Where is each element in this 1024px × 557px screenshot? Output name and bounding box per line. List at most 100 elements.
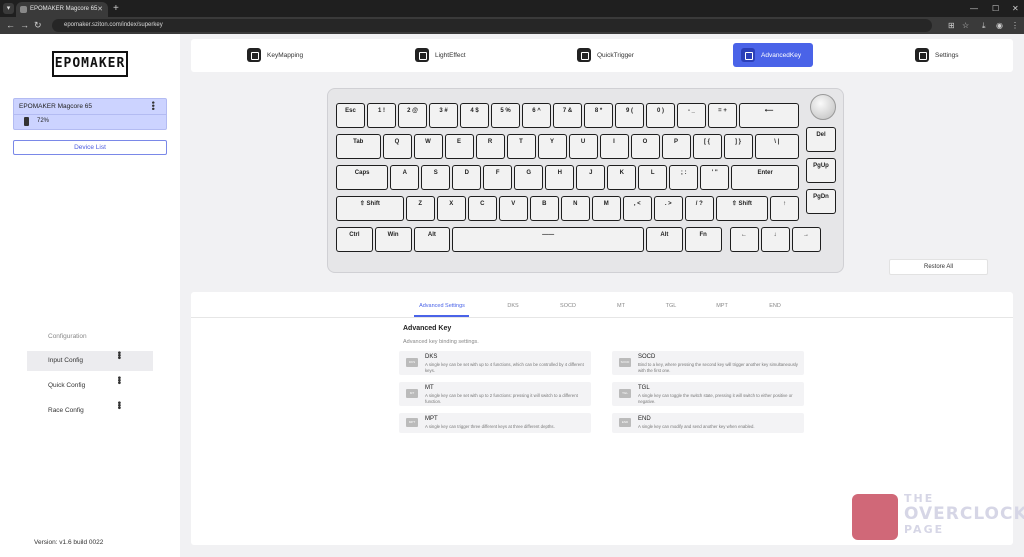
bookmark-star-icon[interactable]: ☆ bbox=[962, 17, 969, 34]
new-tab-icon[interactable]: + bbox=[113, 0, 119, 17]
card-socd[interactable]: SOCD SOCD Bind to a key, where pressing … bbox=[612, 351, 804, 375]
key[interactable]: ⇧ Shift bbox=[715, 196, 768, 221]
key[interactable]: ⇧ Shift bbox=[336, 196, 404, 221]
key[interactable]: Del bbox=[806, 127, 836, 152]
key[interactable]: ← bbox=[729, 227, 759, 252]
subtab-dks[interactable]: DKS bbox=[507, 303, 518, 309]
key[interactable]: A bbox=[390, 165, 420, 190]
key[interactable]: PgUp bbox=[806, 158, 836, 183]
key[interactable]: Alt bbox=[413, 227, 451, 252]
key[interactable]: V bbox=[498, 196, 528, 221]
key[interactable]: J bbox=[576, 165, 606, 190]
card-dks[interactable]: DKS DKS A single key can be set with up … bbox=[399, 351, 591, 375]
browser-tab[interactable]: EPOMAKER Magcore 65 ✕ bbox=[16, 2, 108, 17]
close-window-icon[interactable]: ✕ bbox=[1012, 0, 1019, 17]
subtab-mpt[interactable]: MPT bbox=[716, 303, 728, 309]
card-mpt[interactable]: MPT MPT A single key can trigger three d… bbox=[399, 413, 591, 433]
device-list-button[interactable]: Device List bbox=[13, 140, 167, 155]
key[interactable]: ' " bbox=[700, 165, 730, 190]
key[interactable]: 3 # bbox=[429, 103, 458, 128]
key[interactable]: F bbox=[483, 165, 513, 190]
key[interactable]: Caps bbox=[336, 165, 389, 190]
device-menu-icon[interactable]: ••• bbox=[148, 101, 158, 110]
close-tab-icon[interactable]: ✕ bbox=[97, 2, 103, 17]
key[interactable]: Z bbox=[405, 196, 435, 221]
tab-quicktrigger[interactable]: QuickTrigger bbox=[569, 43, 642, 67]
browser-menu-icon[interactable]: ⋮ bbox=[1011, 17, 1019, 34]
key[interactable]: 2 @ bbox=[398, 103, 427, 128]
key[interactable]: P bbox=[661, 134, 691, 159]
key[interactable]: N bbox=[560, 196, 590, 221]
key[interactable]: Ctrl bbox=[336, 227, 373, 252]
key[interactable]: ↓ bbox=[760, 227, 790, 252]
config-item-input[interactable]: Input Config ••• bbox=[27, 351, 153, 371]
key[interactable]: Win bbox=[374, 227, 412, 252]
subtab-socd[interactable]: SOCD bbox=[560, 303, 576, 309]
key[interactable]: 5 % bbox=[491, 103, 520, 128]
key[interactable]: 9 ( bbox=[615, 103, 644, 128]
download-icon[interactable]: ⤓ bbox=[982, 17, 986, 34]
key[interactable]: E bbox=[444, 134, 474, 159]
key[interactable]: B bbox=[529, 196, 559, 221]
key[interactable]: \ | bbox=[754, 134, 799, 159]
key[interactable]: ⟵ bbox=[739, 103, 799, 128]
profile-icon[interactable]: ◉ bbox=[996, 17, 1003, 34]
key[interactable]: 8 * bbox=[584, 103, 613, 128]
translate-icon[interactable]: ⊞ bbox=[948, 17, 955, 34]
reload-icon[interactable]: ↻ bbox=[34, 17, 42, 34]
subtab-mt[interactable]: MT bbox=[617, 303, 625, 309]
key[interactable]: C bbox=[467, 196, 497, 221]
key[interactable]: 7 & bbox=[553, 103, 582, 128]
key[interactable]: O bbox=[630, 134, 660, 159]
device-card[interactable]: EPOMAKER Magcore 65 ••• 72% bbox=[13, 98, 167, 130]
key[interactable]: 6 ^ bbox=[522, 103, 551, 128]
key[interactable]: D bbox=[452, 165, 482, 190]
config-menu-icon[interactable]: ••• bbox=[108, 351, 128, 359]
key[interactable]: Enter bbox=[731, 165, 799, 190]
tab-search-icon[interactable]: ▾ bbox=[3, 3, 14, 14]
key[interactable]: ; : bbox=[669, 165, 699, 190]
key[interactable]: , < bbox=[622, 196, 652, 221]
key[interactable]: M bbox=[591, 196, 621, 221]
key[interactable]: . > bbox=[653, 196, 683, 221]
tab-lighteffect[interactable]: LightEffect bbox=[407, 43, 474, 67]
key[interactable]: K bbox=[607, 165, 637, 190]
card-mt[interactable]: MT MT A single key can be set with up to… bbox=[399, 382, 591, 406]
tab-settings[interactable]: Settings bbox=[907, 43, 967, 67]
key[interactable]: ] } bbox=[723, 134, 753, 159]
key[interactable]: / ? bbox=[684, 196, 714, 221]
forward-icon[interactable]: → bbox=[20, 17, 29, 34]
key[interactable]: ↑ bbox=[770, 196, 799, 221]
key[interactable]: S bbox=[421, 165, 451, 190]
card-end[interactable]: END END A single key can modify and send… bbox=[612, 413, 804, 433]
restore-all-button[interactable]: Restore All bbox=[889, 259, 988, 275]
config-item-race[interactable]: Race Config ••• bbox=[27, 401, 153, 421]
minimize-icon[interactable]: — bbox=[970, 0, 978, 17]
key[interactable]: X bbox=[436, 196, 466, 221]
url-field[interactable]: epomaker.sziton.com/index/superkey bbox=[52, 19, 932, 32]
key[interactable]: Q bbox=[382, 134, 412, 159]
key[interactable]: L bbox=[638, 165, 668, 190]
key[interactable]: 1 ! bbox=[367, 103, 396, 128]
key[interactable]: = + bbox=[708, 103, 737, 128]
key[interactable]: → bbox=[791, 227, 821, 252]
volume-knob[interactable] bbox=[810, 94, 836, 120]
config-menu-icon[interactable]: ••• bbox=[108, 376, 128, 384]
key[interactable]: [ { bbox=[692, 134, 722, 159]
key[interactable]: G bbox=[514, 165, 544, 190]
key[interactable]: Y bbox=[537, 134, 567, 159]
tab-keymapping[interactable]: KeyMapping bbox=[239, 43, 311, 67]
subtab-end[interactable]: END bbox=[769, 303, 781, 309]
card-tgl[interactable]: TGL TGL A single key can toggle the swit… bbox=[612, 382, 804, 406]
tab-advancedkey[interactable]: AdvancedKey bbox=[733, 43, 813, 67]
key[interactable]: H bbox=[545, 165, 575, 190]
key[interactable]: - _ bbox=[677, 103, 706, 128]
key[interactable]: W bbox=[413, 134, 443, 159]
key[interactable]: PgDn bbox=[806, 189, 836, 214]
key[interactable]: Tab bbox=[336, 134, 381, 159]
subtab-tgl[interactable]: TGL bbox=[666, 303, 677, 309]
back-icon[interactable]: ← bbox=[6, 17, 15, 34]
maximize-icon[interactable]: ☐ bbox=[992, 0, 999, 17]
key[interactable]: R bbox=[475, 134, 505, 159]
key[interactable]: —— bbox=[452, 227, 644, 252]
